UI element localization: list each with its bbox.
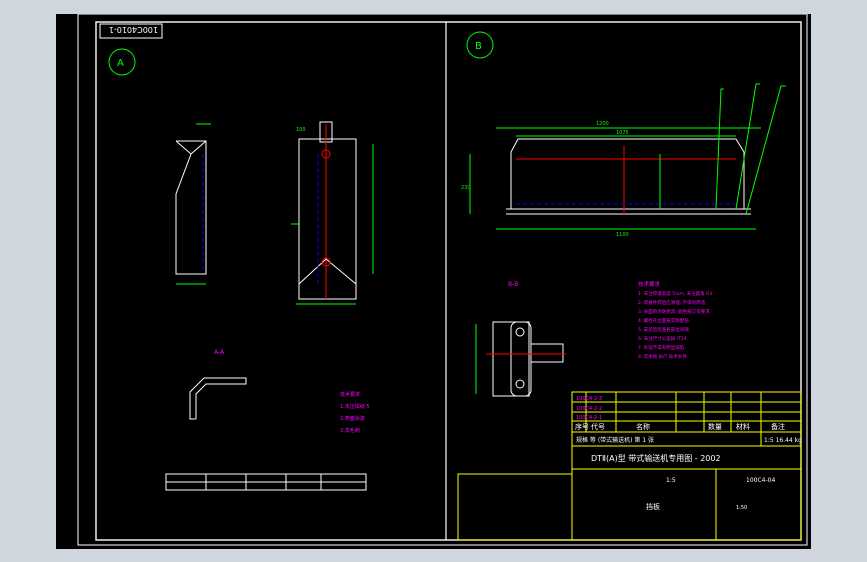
view-a-label: A	[117, 58, 124, 69]
material-spec: 规格 等 (带式输送机) 第 1 张	[576, 436, 654, 444]
notes-line-2: 2. 焊接件焊后应清理, 不得有焊渣.	[638, 299, 707, 306]
small-notes-3: 3.去毛刺	[340, 427, 360, 434]
row-2: 100C4-2-2	[576, 406, 602, 412]
part-a-front	[291, 121, 374, 305]
tech-notes: 技术要求 1. 未注焊缝高度 5mm, 未注圆角 R3. 2. 焊接件焊后应清理…	[638, 280, 714, 360]
notes-line-4: 4. 螺栓孔位置按实物配钻.	[638, 317, 690, 324]
hdr-no: 序号	[575, 422, 589, 431]
dim-b-total: 1200	[596, 121, 609, 127]
cad-viewport[interactable]: 100C4010-1 A B 100 A-A 技术要求 1.未注焊缝 5 2.表…	[56, 14, 811, 549]
view-b-label: B	[475, 41, 482, 52]
hdr-mat: 材料	[736, 422, 750, 431]
side-view-label: B-B	[508, 281, 518, 288]
title-block	[457, 391, 802, 541]
hdr-qty: 数量	[708, 422, 722, 431]
hdr-code: 代号	[591, 422, 605, 431]
small-notes-title: 技术要求	[340, 391, 360, 398]
notes-title: 技术要求	[638, 280, 661, 288]
notes-line-1: 1. 未注焊缝高度 5mm, 未注圆角 R3.	[638, 290, 714, 297]
small-notes-1: 1.未注焊缝 5	[340, 403, 370, 410]
angle-profile	[189, 377, 247, 420]
dim-b-height: 230	[461, 185, 471, 191]
part-b-main	[469, 83, 786, 230]
dim-b-inner: 1075	[616, 130, 629, 136]
section-label-a: A-A	[214, 349, 225, 356]
a-parts-table	[165, 473, 367, 491]
hdr-note: 备注	[771, 422, 785, 431]
part-b-side	[475, 321, 566, 397]
notes-line-6: 6. 未注尺寸公差按 IT14.	[638, 335, 688, 342]
doc-code: 100C4010-1	[109, 25, 158, 34]
row-1: 100C4-2-1	[576, 415, 602, 421]
sheet: 1:50	[736, 505, 747, 511]
scale: 1:5	[666, 477, 676, 484]
notes-line-5: 5. 安装后检查各部位间隙.	[638, 326, 690, 333]
notes-line-8: 8. 其余按 JB/T 技术条件.	[638, 353, 688, 360]
dim-top: 100	[296, 127, 306, 133]
drawing-number: 100C4-04	[746, 477, 775, 484]
product-title: DTⅡ(A)型 带式输送机专用图 - 2002	[591, 453, 721, 463]
sheet-border	[77, 14, 808, 546]
part-a-side	[175, 123, 211, 285]
drawing-name: 挡板	[646, 502, 660, 511]
notes-line-7: 7. 外观不得有明显缺陷.	[638, 344, 686, 351]
cad-drawing: 100C4010-1 A B 100 A-A 技术要求 1.未注焊缝 5 2.表…	[77, 14, 808, 546]
hdr-name: 名称	[636, 422, 650, 431]
dim-b-bottom: 1100	[616, 232, 629, 238]
notes-line-3: 3. 表面喷涂防锈漆, 颜色按订货要求.	[638, 308, 711, 315]
row-3: 100C4-2-3	[576, 396, 602, 402]
scale-mass: 1:5 16.44 kg	[764, 437, 802, 444]
small-notes-2: 2.表面涂漆	[340, 415, 365, 422]
